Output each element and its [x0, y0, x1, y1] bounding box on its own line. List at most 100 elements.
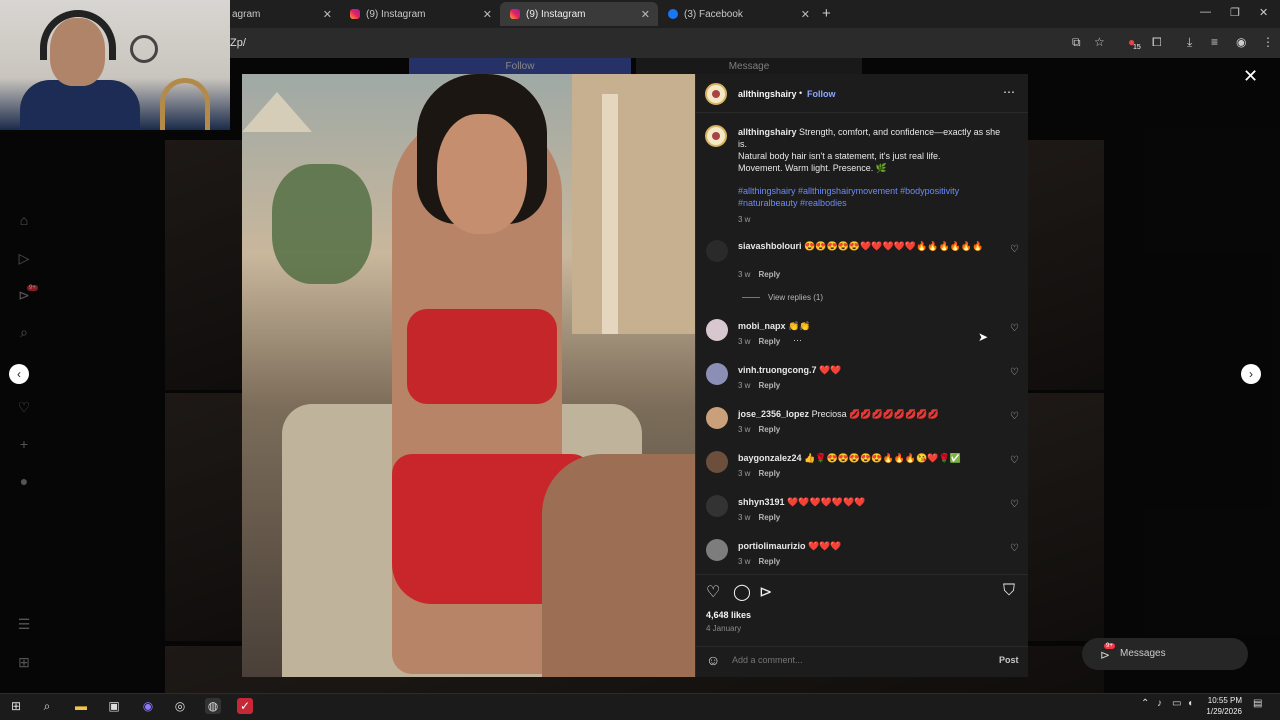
comment-username[interactable]: shhyn3191	[738, 497, 785, 507]
microphone-icon[interactable]: ♪	[1157, 698, 1162, 709]
reply-button[interactable]: Reply	[758, 337, 780, 346]
previous-post-arrow-icon[interactable]: ‹	[9, 364, 29, 384]
commenter-avatar[interactable]	[706, 451, 728, 473]
comment-body: ❤️❤️❤️❤️❤️❤️❤️	[787, 497, 866, 507]
browser-tab[interactable]: agram ✕	[222, 2, 340, 26]
reply-button[interactable]: Reply	[758, 425, 780, 434]
tray-chevron-icon[interactable]: ⌃	[1141, 698, 1149, 709]
reply-button[interactable]: Reply	[758, 557, 780, 566]
browser-tab-active[interactable]: (9) Instagram ✕	[500, 2, 658, 26]
view-replies-button[interactable]: View replies (1)	[768, 293, 823, 302]
post-date: 4 January	[706, 624, 742, 633]
minimize-icon[interactable]: —	[1200, 6, 1211, 18]
reply-button[interactable]: Reply	[758, 513, 780, 522]
taskbar-clock[interactable]: 10:55 PM 1/29/2026	[1198, 695, 1242, 717]
comment-username[interactable]: siavashbolouri	[738, 241, 802, 251]
like-comment-heart-icon[interactable]: ♡	[1010, 411, 1019, 422]
post-comment-button[interactable]: Post	[999, 655, 1019, 665]
restore-icon[interactable]: ❐	[1230, 6, 1240, 19]
like-comment-heart-icon[interactable]: ♡	[1010, 543, 1019, 554]
photo-red-top	[407, 309, 557, 404]
app-icon[interactable]: ✓	[237, 698, 253, 714]
webcam-person-body	[20, 80, 140, 130]
chrome-icon[interactable]: ◍	[205, 698, 221, 714]
like-comment-heart-icon[interactable]: ♡	[1010, 244, 1019, 255]
network-icon[interactable]: ▭	[1172, 698, 1181, 709]
taskbar-search-icon[interactable]: ⌕	[39, 698, 55, 714]
profile-follow-button: Follow	[409, 58, 631, 75]
windows-taskbar	[0, 693, 1280, 720]
comment-bubble-icon[interactable]: ◯	[733, 582, 751, 602]
close-tab-icon[interactable]: ✕	[801, 8, 810, 21]
browser-menu-icon[interactable]: ⋮	[1262, 35, 1274, 49]
commenter-avatar[interactable]	[706, 363, 728, 385]
download-icon[interactable]: ⤓	[1187, 35, 1192, 50]
messages-send-icon: ⊳	[1100, 648, 1111, 662]
volume-icon[interactable]: ◖	[1187, 698, 1193, 709]
close-tab-icon[interactable]: ✕	[323, 8, 332, 21]
comment-age: 3 w	[738, 557, 751, 566]
reply-button[interactable]: Reply	[758, 469, 780, 478]
emoji-picker-icon[interactable]: ☺	[706, 652, 720, 668]
like-comment-heart-icon[interactable]: ♡	[1010, 455, 1019, 466]
save-bookmark-icon[interactable]: ⛉	[1003, 582, 1015, 600]
commenter-avatar[interactable]	[706, 407, 728, 429]
author-username[interactable]: allthingshairy	[738, 89, 797, 99]
app-icon[interactable]: ◎	[172, 698, 188, 714]
like-heart-icon[interactable]: ♡	[706, 582, 720, 602]
add-comment-input[interactable]	[732, 655, 972, 665]
app-icon[interactable]: ◉	[140, 698, 156, 714]
browser-tab[interactable]: (3) Facebook ✕	[658, 2, 818, 26]
reply-button[interactable]: Reply	[758, 381, 780, 390]
install-app-icon[interactable]: ⧉	[1072, 35, 1081, 50]
photo-umbrella	[242, 92, 312, 132]
like-comment-heart-icon[interactable]: ♡	[1010, 323, 1019, 334]
commenter-avatar[interactable]	[706, 539, 728, 561]
comment-username[interactable]: portiolimaurizio	[738, 541, 806, 551]
like-comment-heart-icon[interactable]: ♡	[1010, 367, 1019, 378]
hashtags[interactable]: #allthingshairy #allthingshairymovement …	[738, 185, 998, 209]
close-modal-icon[interactable]: ✕	[1243, 66, 1258, 87]
replies-line	[742, 297, 760, 298]
share-send-icon[interactable]: ⊳	[759, 582, 772, 602]
divider	[695, 112, 1028, 113]
url-field[interactable]: Zp/	[230, 37, 246, 49]
bookmark-star-icon[interactable]: ☆	[1094, 35, 1105, 49]
commenter-avatar[interactable]	[706, 495, 728, 517]
caption-avatar[interactable]	[705, 125, 727, 147]
comment-username[interactable]: vinh.truongcong.7	[738, 365, 817, 375]
new-tab-button[interactable]: +	[822, 5, 831, 22]
notification-center-icon[interactable]: ▤	[1253, 698, 1262, 709]
webcam-overlay	[0, 0, 230, 130]
media-control-icon[interactable]: ≡	[1211, 35, 1218, 49]
browser-tab[interactable]: (9) Instagram ✕	[340, 2, 500, 26]
comment-username[interactable]: baygonzalez24	[738, 453, 802, 463]
comment-username[interactable]: mobi_napx	[738, 321, 786, 331]
close-tab-icon[interactable]: ✕	[641, 8, 650, 21]
reply-button[interactable]: Reply	[758, 270, 780, 279]
comment-text: mobi_napx 👏👏	[738, 320, 810, 332]
store-icon[interactable]: ▣	[106, 698, 122, 714]
file-explorer-icon[interactable]: ▬	[73, 698, 89, 714]
facebook-icon	[668, 9, 678, 19]
window-close-icon[interactable]: ✕	[1259, 6, 1268, 19]
like-comment-heart-icon[interactable]: ♡	[1010, 499, 1019, 510]
next-post-arrow-icon[interactable]: ›	[1241, 364, 1261, 384]
comment-text: portiolimaurizio ❤️❤️❤️	[738, 540, 842, 552]
caption-username[interactable]: allthingshairy	[738, 127, 797, 137]
profile-avatar-icon[interactable]: ◉	[1236, 35, 1246, 49]
commenter-avatar[interactable]	[706, 240, 728, 262]
author-avatar[interactable]	[705, 83, 727, 105]
comment-meta: 3 w Reply	[738, 557, 780, 566]
windows-start-icon[interactable]: ⊞	[8, 698, 24, 714]
comment-age: 3 w	[738, 337, 751, 346]
follow-button[interactable]: Follow	[807, 89, 836, 99]
extensions-puzzle-icon[interactable]: ⧠	[1152, 35, 1162, 50]
comment-username[interactable]: jose_2356_lopez	[738, 409, 809, 419]
more-options-icon[interactable]: ⋯	[1003, 85, 1015, 99]
comment-options-icon[interactable]: ⋯	[793, 335, 802, 346]
likes-count[interactable]: 4,648 likes	[706, 610, 751, 620]
comment-text: shhyn3191 ❤️❤️❤️❤️❤️❤️❤️	[738, 496, 866, 508]
commenter-avatar[interactable]	[706, 319, 728, 341]
close-tab-icon[interactable]: ✕	[483, 8, 492, 21]
